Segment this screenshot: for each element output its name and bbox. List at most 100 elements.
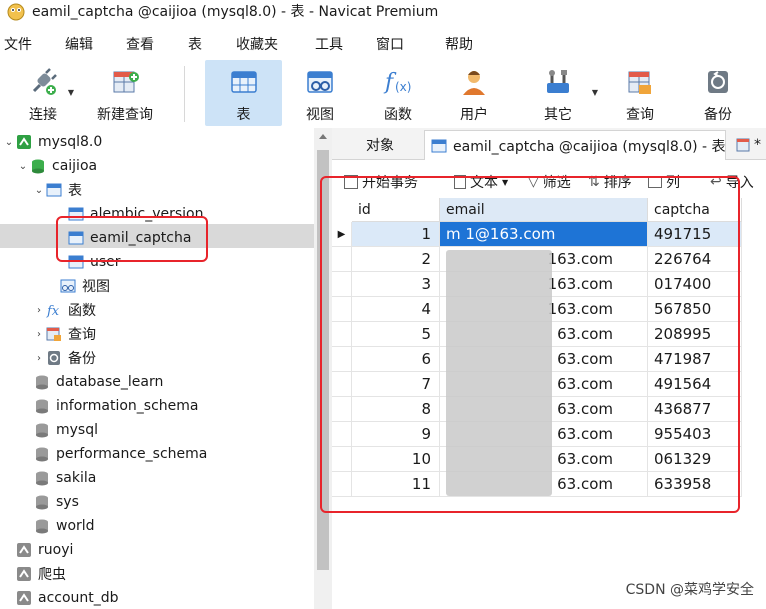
menu-window[interactable]: 窗口	[376, 34, 404, 54]
tree-db-sys[interactable]: sys	[34, 490, 79, 514]
backup-icon	[46, 350, 62, 366]
tree-db-mysql[interactable]: mysql	[34, 418, 98, 442]
chevron-right-icon[interactable]: ›	[32, 329, 46, 340]
tree-connection-crawler[interactable]: 爬虫	[16, 562, 66, 586]
chevron-down-icon[interactable]: ▼	[68, 88, 74, 97]
tab-label: *	[754, 137, 761, 153]
function-button[interactable]: f (x) 函数	[370, 60, 426, 126]
tree-db-database-learn[interactable]: database_learn	[34, 370, 163, 394]
connection-icon	[16, 542, 32, 558]
other-label: 其它	[544, 107, 572, 123]
function-icon: f (x)	[382, 66, 414, 98]
tree-label: ruoyi	[38, 542, 74, 558]
tree-label: 表	[68, 183, 82, 199]
menu-view[interactable]: 查看	[126, 34, 154, 54]
tab-query-unsaved[interactable]: *	[736, 130, 761, 160]
highlight-annotation	[320, 176, 740, 513]
tree-label: 函数	[68, 303, 96, 319]
view-button[interactable]: 视图	[292, 60, 348, 126]
backup-icon	[702, 66, 734, 98]
tab-objects[interactable]: 对象	[366, 130, 394, 160]
new-query-button[interactable]: 新建查询	[92, 60, 158, 126]
navicat-logo-icon	[7, 3, 25, 21]
chevron-down-icon[interactable]: ⌄	[16, 161, 30, 172]
tab-eamil-captcha[interactable]: eamil_captcha @caijioa (mysql8.0) - 表	[424, 130, 726, 160]
chevron-right-icon[interactable]: ›	[32, 353, 46, 364]
new-query-icon	[109, 66, 141, 98]
database-icon	[34, 470, 50, 486]
menu-bar: 文件 编辑 查看 表 收藏夹 工具 窗口 帮助	[0, 30, 766, 56]
query-label: 查询	[626, 107, 654, 123]
tree-label: world	[56, 518, 95, 534]
tree-db-performance-schema[interactable]: performance_schema	[34, 442, 207, 466]
query-icon	[46, 326, 62, 342]
tree-label: sys	[56, 494, 79, 510]
query-icon	[624, 66, 656, 98]
chevron-down-icon[interactable]: ⌄	[2, 137, 16, 148]
svg-text:(x): (x)	[395, 80, 411, 94]
connection-icon	[16, 566, 32, 582]
connection-icon	[16, 134, 32, 150]
tree-connection-mysql8[interactable]: ⌄ mysql8.0	[2, 130, 102, 154]
tree-label: performance_schema	[56, 446, 208, 462]
database-icon	[34, 494, 50, 510]
view-icon	[60, 278, 76, 294]
tree-label: sakila	[56, 470, 97, 486]
connect-button[interactable]: 连接 ▼	[16, 60, 74, 126]
tools-icon	[542, 66, 574, 98]
tree-label: 爬虫	[38, 567, 66, 583]
toolbar-divider	[184, 66, 185, 122]
menu-favorites[interactable]: 收藏夹	[236, 34, 278, 54]
menu-file[interactable]: 文件	[4, 34, 32, 54]
tree-queries[interactable]: › 查询	[32, 322, 96, 346]
menu-table[interactable]: 表	[188, 34, 202, 54]
tree-tables-group[interactable]: ⌄ 表	[32, 178, 82, 202]
tree-db-information-schema[interactable]: information_schema	[34, 394, 199, 418]
tree-functions[interactable]: › fx 函数	[32, 298, 96, 322]
tree-label: mysql	[56, 422, 98, 438]
connection-icon	[16, 590, 32, 606]
chevron-right-icon[interactable]: ›	[32, 305, 46, 316]
tree-label: information_schema	[56, 398, 199, 414]
table-icon	[46, 182, 62, 198]
tree-connection-ruoyi[interactable]: ruoyi	[16, 538, 73, 562]
tab-label: eamil_captcha @caijioa (mysql8.0) - 表	[453, 138, 726, 155]
view-label: 视图	[306, 107, 334, 123]
user-label: 用户	[460, 107, 488, 123]
tree-label: account_db	[38, 590, 119, 606]
table-icon	[228, 66, 260, 98]
database-icon	[34, 398, 50, 414]
tree-db-world[interactable]: world	[34, 514, 95, 538]
tree-label: 备份	[68, 351, 96, 367]
menu-help[interactable]: 帮助	[445, 34, 473, 54]
tree-label: database_learn	[56, 374, 164, 390]
tree-label: mysql8.0	[38, 134, 103, 150]
chevron-down-icon[interactable]: ▼	[592, 88, 598, 97]
tree-database-caijioa[interactable]: ⌄ caijioa	[16, 154, 97, 178]
tab-bar: 对象 eamil_captcha @caijioa (mysql8.0) - 表…	[332, 128, 766, 160]
tree-connection-account-db[interactable]: account_db	[16, 586, 119, 609]
tab-label: 对象	[366, 138, 394, 154]
highlight-annotation	[56, 216, 208, 262]
tree-backups[interactable]: › 备份	[32, 346, 96, 370]
database-icon	[34, 422, 50, 438]
backup-button[interactable]: 备份	[690, 60, 746, 126]
view-icon	[304, 66, 336, 98]
tree-label: 查询	[68, 327, 96, 343]
backup-label: 备份	[704, 107, 732, 123]
tree-label: caijioa	[52, 158, 98, 174]
menu-tools[interactable]: 工具	[315, 34, 343, 54]
database-icon	[34, 374, 50, 390]
other-button[interactable]: 其它 ▼	[530, 60, 598, 126]
connect-label: 连接	[29, 107, 57, 123]
user-button[interactable]: 用户	[446, 60, 502, 126]
database-icon	[30, 158, 46, 174]
tree-db-sakila[interactable]: sakila	[34, 466, 96, 490]
query-button[interactable]: 查询	[612, 60, 668, 126]
table-icon	[431, 138, 447, 154]
tree-views[interactable]: 视图	[46, 274, 110, 298]
chevron-down-icon[interactable]: ⌄	[32, 185, 46, 196]
menu-edit[interactable]: 编辑	[65, 34, 93, 54]
scroll-up-icon[interactable]	[319, 134, 327, 139]
table-button[interactable]: 表	[205, 60, 282, 126]
